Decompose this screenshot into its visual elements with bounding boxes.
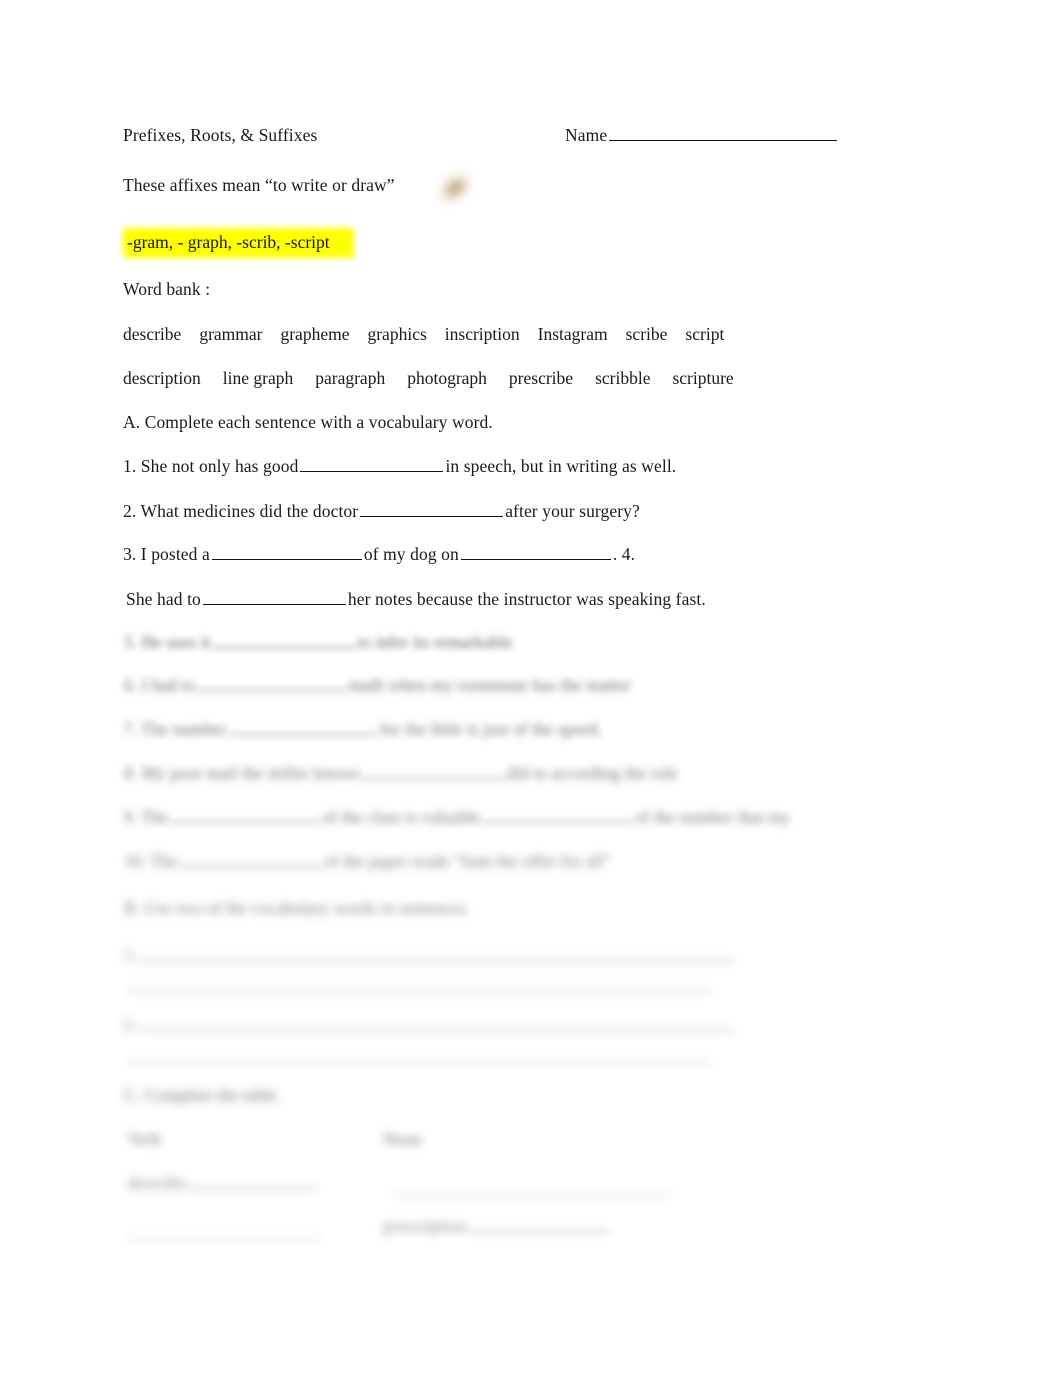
question-6-pre: 6. I had to xyxy=(124,675,195,696)
word-bank-row-2: description line graph paragraph photograph… xyxy=(123,367,756,389)
section-b-item-2: 6. xyxy=(124,1014,736,1036)
section-b-item-1-line-1[interactable] xyxy=(139,944,735,962)
question-10-redacted: 10. The of the paper reads “Sam the offer… xyxy=(124,850,611,872)
question-5-blank[interactable] xyxy=(212,631,356,649)
word-bank-item: photograph xyxy=(407,368,487,388)
word-bank-item: grapheme xyxy=(280,324,350,344)
word-bank-item: grammar xyxy=(199,324,263,344)
word-bank-item: description xyxy=(123,368,201,388)
question-3: 3. I posted a of my dog on . 4. xyxy=(123,543,635,565)
question-10-pre: 10. The xyxy=(124,851,178,872)
question-4: She had to her notes because the instruct… xyxy=(126,588,706,610)
question-4-post: her notes because the instructor was spe… xyxy=(347,589,706,610)
question-9-post: of the number that my xyxy=(634,807,791,828)
question-3-mid: of my dog on xyxy=(363,544,459,565)
question-2-pre: 2. What medicines did the doctor xyxy=(123,501,359,522)
page-title: Prefixes, Roots, & Suffixes xyxy=(123,125,318,145)
word-bank-item: inscription xyxy=(444,324,520,344)
question-10-blank[interactable] xyxy=(179,850,323,868)
name-field-row: Name xyxy=(565,124,839,146)
table-row-1-cell-2 xyxy=(390,1178,674,1200)
table-row-2-cell-1 xyxy=(124,1222,326,1244)
question-9-pre: 9. The xyxy=(124,807,169,828)
affix-list-text: -gram, - graph, -scrib, -script xyxy=(127,232,330,252)
word-bank-item: graphics xyxy=(367,324,427,344)
question-7-blank[interactable] xyxy=(228,718,379,736)
question-3-pre: 3. I posted a xyxy=(123,544,210,565)
table-column-2-header: Noun xyxy=(383,1129,422,1149)
question-4-blank[interactable] xyxy=(202,588,346,606)
table-row-2-cell-2: prescription xyxy=(383,1215,611,1237)
table-row-1-cell-1: describe xyxy=(128,1172,318,1194)
question-3-post: . 4. xyxy=(612,544,636,565)
table-row-2-cell-2-line[interactable] xyxy=(468,1215,609,1233)
section-b-item-2-number: 6. xyxy=(124,1015,138,1036)
question-5-post: to infer its remarkable xyxy=(357,632,513,653)
question-7-pre: 7. The number xyxy=(124,719,227,740)
question-3-blank-2[interactable] xyxy=(460,543,611,561)
question-1-pre: 1. She not only has good xyxy=(123,456,299,477)
word-bank-item: script xyxy=(685,324,725,344)
name-blank-line[interactable] xyxy=(609,124,838,142)
highlighted-affixes: -gram, - graph, -scrib, -script xyxy=(121,228,354,258)
word-bank-label: Word bank : xyxy=(123,279,211,299)
table-row-1-cell-1-text: describe xyxy=(128,1173,187,1194)
question-4-pre: She had to xyxy=(126,589,201,610)
pencil-smudge-mark xyxy=(423,156,487,220)
question-2-blank[interactable] xyxy=(360,500,504,518)
word-bank-item: line graph xyxy=(222,368,294,388)
question-3-blank-1[interactable] xyxy=(211,543,362,561)
word-bank-item: describe xyxy=(123,324,182,344)
question-7-post: for the little is just of the speed. xyxy=(380,719,602,740)
table-row-1-cell-1-line[interactable] xyxy=(188,1172,317,1190)
section-b-item-2-line-1[interactable] xyxy=(139,1014,735,1032)
section-b-item-1-line2 xyxy=(124,975,713,997)
question-10-post: of the paper reads “Sam the offer for al… xyxy=(324,851,611,872)
table-row-1-cell-2-line[interactable] xyxy=(392,1178,672,1196)
word-bank-row-1: describe grammar grapheme graphics inscripti… xyxy=(123,323,742,345)
question-8-post: did to according the role xyxy=(506,763,678,784)
affix-intro-text: These affixes mean “to write or draw” xyxy=(123,175,395,195)
worksheet-page: Prefixes, Roots, & Suffixes Name These a… xyxy=(0,0,1062,1377)
word-bank-item: prescribe xyxy=(508,368,574,388)
question-9-mid: of the class is valuable xyxy=(322,807,481,828)
name-label: Name xyxy=(565,125,608,146)
section-b-item-2-line-2[interactable] xyxy=(126,1046,711,1064)
question-7-redacted: 7. The number for the little is just of t… xyxy=(124,718,602,740)
question-8-blank[interactable] xyxy=(361,762,505,780)
question-8-pre: 8. My poor mail the miller knows xyxy=(124,763,360,784)
section-b-item-2-line2 xyxy=(124,1046,713,1068)
word-bank-item: scripture xyxy=(672,368,734,388)
question-5-pre: 5. He uses it xyxy=(124,632,211,653)
table-row-2-cell-1-line[interactable] xyxy=(126,1222,324,1240)
table-column-1-header: Verb xyxy=(128,1129,162,1149)
section-a-heading: A. Complete each sentence with a vocabul… xyxy=(123,412,493,432)
question-1-blank[interactable] xyxy=(300,455,444,473)
question-6-redacted: 6. I had to math when my roommate has the… xyxy=(124,674,631,696)
question-5-redacted: 5. He uses it to infer its remarkable xyxy=(124,631,513,653)
question-1-post: in speech, but in writing as well. xyxy=(445,456,677,477)
section-b-item-1: 5. xyxy=(124,944,736,966)
word-bank-item: paragraph xyxy=(315,368,386,388)
word-bank-item: scribe xyxy=(625,324,668,344)
section-c-heading-redacted: C. Complete the table. xyxy=(124,1085,281,1105)
question-6-post: math when my roommate has the matter xyxy=(348,675,631,696)
question-8-redacted: 8. My poor mail the miller knows did to a… xyxy=(124,762,678,784)
question-9-blank-1[interactable] xyxy=(170,806,321,824)
table-row-2-cell-2-text: prescription xyxy=(383,1216,467,1237)
word-bank-item: scribble xyxy=(595,368,651,388)
question-9-blank-2[interactable] xyxy=(482,806,633,824)
section-b-item-1-line-2[interactable] xyxy=(126,975,711,993)
question-6-blank[interactable] xyxy=(196,674,347,692)
section-b-heading-redacted: B. Use two of the vocabulary words in se… xyxy=(124,898,471,918)
question-2-post: after your surgery? xyxy=(505,501,640,522)
question-1: 1. She not only has good in speech, but i… xyxy=(123,455,676,477)
word-bank-item: Instagram xyxy=(537,324,608,344)
question-9-redacted: 9. The of the class is valuable of the num… xyxy=(124,806,790,828)
question-2: 2. What medicines did the doctor after yo… xyxy=(123,500,640,522)
section-b-item-1-number: 5. xyxy=(124,945,138,966)
